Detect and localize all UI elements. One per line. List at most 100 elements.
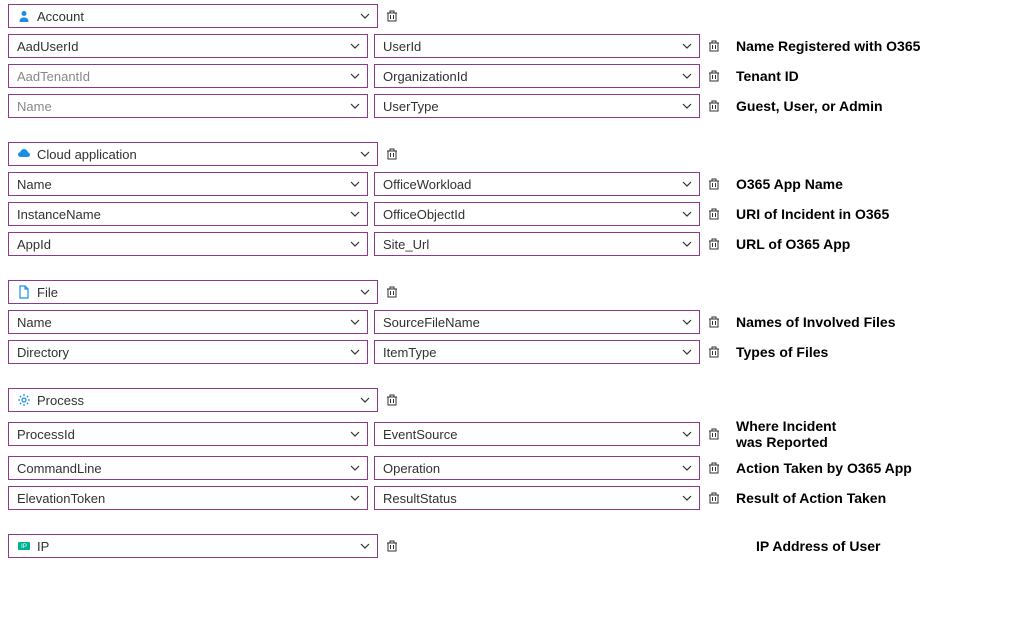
identifier-dropdown[interactable]: ElevationToken (8, 486, 368, 510)
delete-button[interactable] (706, 176, 722, 192)
identifier-dropdown[interactable]: Name (8, 310, 368, 334)
identifier-dropdown[interactable]: Name (8, 172, 368, 196)
value-dropdown[interactable]: Operation (374, 456, 700, 480)
svg-text:IP: IP (21, 544, 27, 550)
entity-type-dropdown[interactable]: Cloud application (8, 142, 378, 166)
annotation-label: Names of Involved Files (736, 314, 896, 330)
value-dropdown-label: ItemType (383, 345, 436, 360)
chevron-down-icon (681, 238, 693, 250)
chevron-down-icon (359, 286, 371, 298)
chevron-down-icon (681, 100, 693, 112)
mapping-row: NameOfficeWorkloadO365 App Name (8, 172, 1016, 196)
chevron-down-icon (349, 428, 361, 440)
identifier-dropdown[interactable]: CommandLine (8, 456, 368, 480)
chevron-down-icon (359, 394, 371, 406)
delete-button[interactable] (384, 392, 400, 408)
identifier-dropdown-label: Directory (17, 345, 69, 360)
annotation-label: Guest, User, or Admin (736, 98, 883, 114)
entity-type-dropdown[interactable]: Process (8, 388, 378, 412)
identifier-dropdown[interactable]: Directory (8, 340, 368, 364)
value-dropdown[interactable]: UserId (374, 34, 700, 58)
annotation-label: Action Taken by O365 App (736, 460, 912, 476)
delete-button[interactable] (384, 8, 400, 24)
delete-button[interactable] (706, 490, 722, 506)
annotation-label: IP Address of User (756, 538, 881, 554)
identifier-dropdown[interactable]: InstanceName (8, 202, 368, 226)
value-dropdown[interactable]: EventSource (374, 422, 700, 446)
mapping-row: Directory ItemType Types of Files (8, 340, 1016, 364)
delete-button[interactable] (384, 538, 400, 554)
value-dropdown-label: Operation (383, 461, 440, 476)
gear-icon (17, 393, 31, 407)
annotation-label: Types of Files (736, 344, 828, 360)
entity-type-dropdown[interactable]: Account (8, 4, 378, 28)
value-dropdown-label: OrganizationId (383, 69, 468, 84)
mapping-row: Name UserType Guest, User, or Admin (8, 94, 1016, 118)
entity-section: IPIP IP Address of User (8, 534, 1016, 558)
entity-type-dropdown[interactable]: IPIP (8, 534, 378, 558)
chevron-down-icon (681, 40, 693, 52)
chevron-down-icon (681, 316, 693, 328)
value-dropdown[interactable]: OrganizationId (374, 64, 700, 88)
identifier-dropdown[interactable]: AppId (8, 232, 368, 256)
delete-button[interactable] (706, 426, 722, 442)
value-dropdown[interactable]: OfficeObjectId (374, 202, 700, 226)
delete-button[interactable] (384, 146, 400, 162)
delete-button[interactable] (706, 460, 722, 476)
entity-header-row: Account (8, 4, 1016, 28)
chevron-down-icon (349, 492, 361, 504)
annotation-label: URL of O365 App (736, 236, 850, 252)
identifier-dropdown-label: CommandLine (17, 461, 102, 476)
chevron-down-icon (349, 208, 361, 220)
file-icon (17, 285, 31, 299)
delete-button[interactable] (706, 344, 722, 360)
entity-type-label: Process (37, 393, 84, 408)
entity-section: AccountAadUserIdUserIdName Registered wi… (8, 4, 1016, 118)
value-dropdown[interactable]: ItemType (374, 340, 700, 364)
annotation-label: Tenant ID (736, 68, 799, 84)
chevron-down-icon (359, 10, 371, 22)
entity-type-label: Account (37, 9, 84, 24)
delete-button[interactable] (384, 284, 400, 300)
delete-button[interactable] (706, 98, 722, 114)
identifier-dropdown[interactable]: AadTenantId (8, 64, 368, 88)
delete-button[interactable] (706, 38, 722, 54)
entity-type-label: File (37, 285, 58, 300)
cloud-icon (17, 147, 31, 161)
value-dropdown[interactable]: ResultStatus (374, 486, 700, 510)
identifier-dropdown-label: Name (17, 315, 52, 330)
entity-section: Process ProcessIdEventSourceWhere Inciden… (8, 388, 1016, 510)
value-dropdown[interactable]: OfficeWorkload (374, 172, 700, 196)
identifier-dropdown[interactable]: ProcessId (8, 422, 368, 446)
identifier-dropdown[interactable]: Name (8, 94, 368, 118)
chevron-down-icon (681, 462, 693, 474)
chevron-down-icon (349, 238, 361, 250)
entity-type-dropdown[interactable]: File (8, 280, 378, 304)
delete-button[interactable] (706, 206, 722, 222)
mapping-row: ProcessIdEventSourceWhere Incidentwas Re… (8, 418, 1016, 450)
value-dropdown-label: UserId (383, 39, 421, 54)
delete-button[interactable] (706, 314, 722, 330)
delete-button[interactable] (706, 236, 722, 252)
identifier-dropdown[interactable]: AadUserId (8, 34, 368, 58)
chevron-down-icon (681, 178, 693, 190)
user-icon (17, 9, 31, 23)
ip-icon: IP (17, 539, 31, 553)
value-dropdown[interactable]: SourceFileName (374, 310, 700, 334)
value-dropdown-label: SourceFileName (383, 315, 480, 330)
chevron-down-icon (359, 148, 371, 160)
delete-button[interactable] (706, 68, 722, 84)
annotation-label: URI of Incident in O365 (736, 206, 889, 222)
chevron-down-icon (681, 428, 693, 440)
value-dropdown-label: UserType (383, 99, 439, 114)
entity-section: File Name SourceFileName Names of Involved … (8, 280, 1016, 364)
entity-section: Cloud application NameOfficeWorkloadO365 … (8, 142, 1016, 256)
value-dropdown[interactable]: Site_Url (374, 232, 700, 256)
chevron-down-icon (349, 100, 361, 112)
mapping-row: Name SourceFileName Names of Involved File… (8, 310, 1016, 334)
identifier-dropdown-label: ElevationToken (17, 491, 105, 506)
identifier-dropdown-label: AppId (17, 237, 51, 252)
mapping-row: CommandLine Operation Action Taken by O365… (8, 456, 1016, 480)
value-dropdown[interactable]: UserType (374, 94, 700, 118)
chevron-down-icon (359, 540, 371, 552)
